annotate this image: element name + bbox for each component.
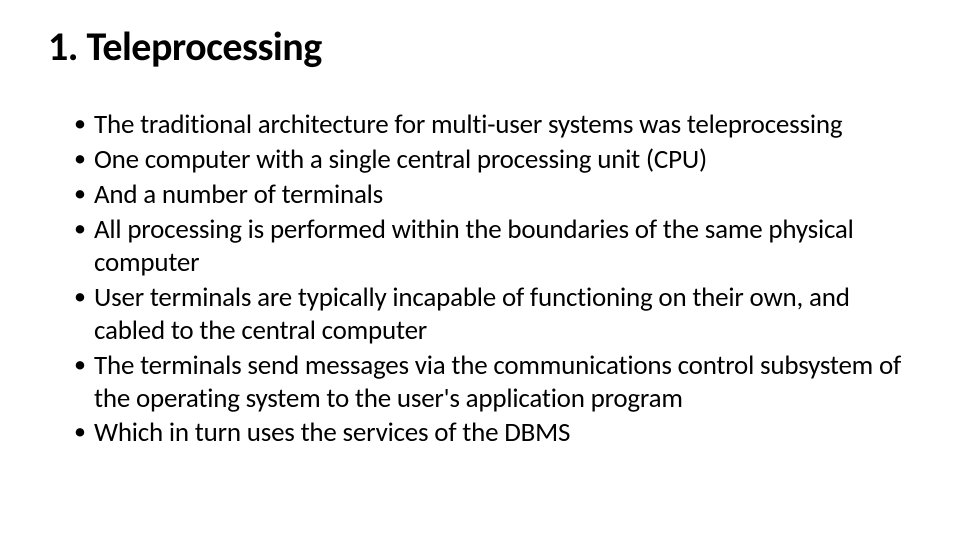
list-item: And a number of terminals <box>74 179 912 212</box>
bullet-list: The traditional architecture for multi-u… <box>48 109 912 450</box>
list-item: All processing is performed within the b… <box>74 214 912 280</box>
list-item: The traditional architecture for multi-u… <box>74 109 912 142</box>
list-item: One computer with a single central proce… <box>74 144 912 177</box>
bullet-text: One computer with a single central proce… <box>94 143 707 176</box>
slide-title: 1. Teleprocessing <box>48 22 912 71</box>
list-item: The terminals send messages via the comm… <box>74 350 912 416</box>
bullet-text: The traditional architecture for multi-u… <box>94 108 842 141</box>
bullet-text: All processing is performed within the b… <box>94 213 854 279</box>
slide-container: 1. Teleprocessing The traditional archit… <box>0 0 960 540</box>
list-item: Which in turn uses the services of the D… <box>74 417 912 450</box>
bullet-text: User terminals are typically incapable o… <box>94 281 850 347</box>
bullet-text: And a number of terminals <box>94 178 383 211</box>
bullet-text: The terminals send messages via the comm… <box>94 349 901 415</box>
bullet-text: Which in turn uses the services of the D… <box>94 416 570 449</box>
list-item: User terminals are typically incapable o… <box>74 282 912 348</box>
